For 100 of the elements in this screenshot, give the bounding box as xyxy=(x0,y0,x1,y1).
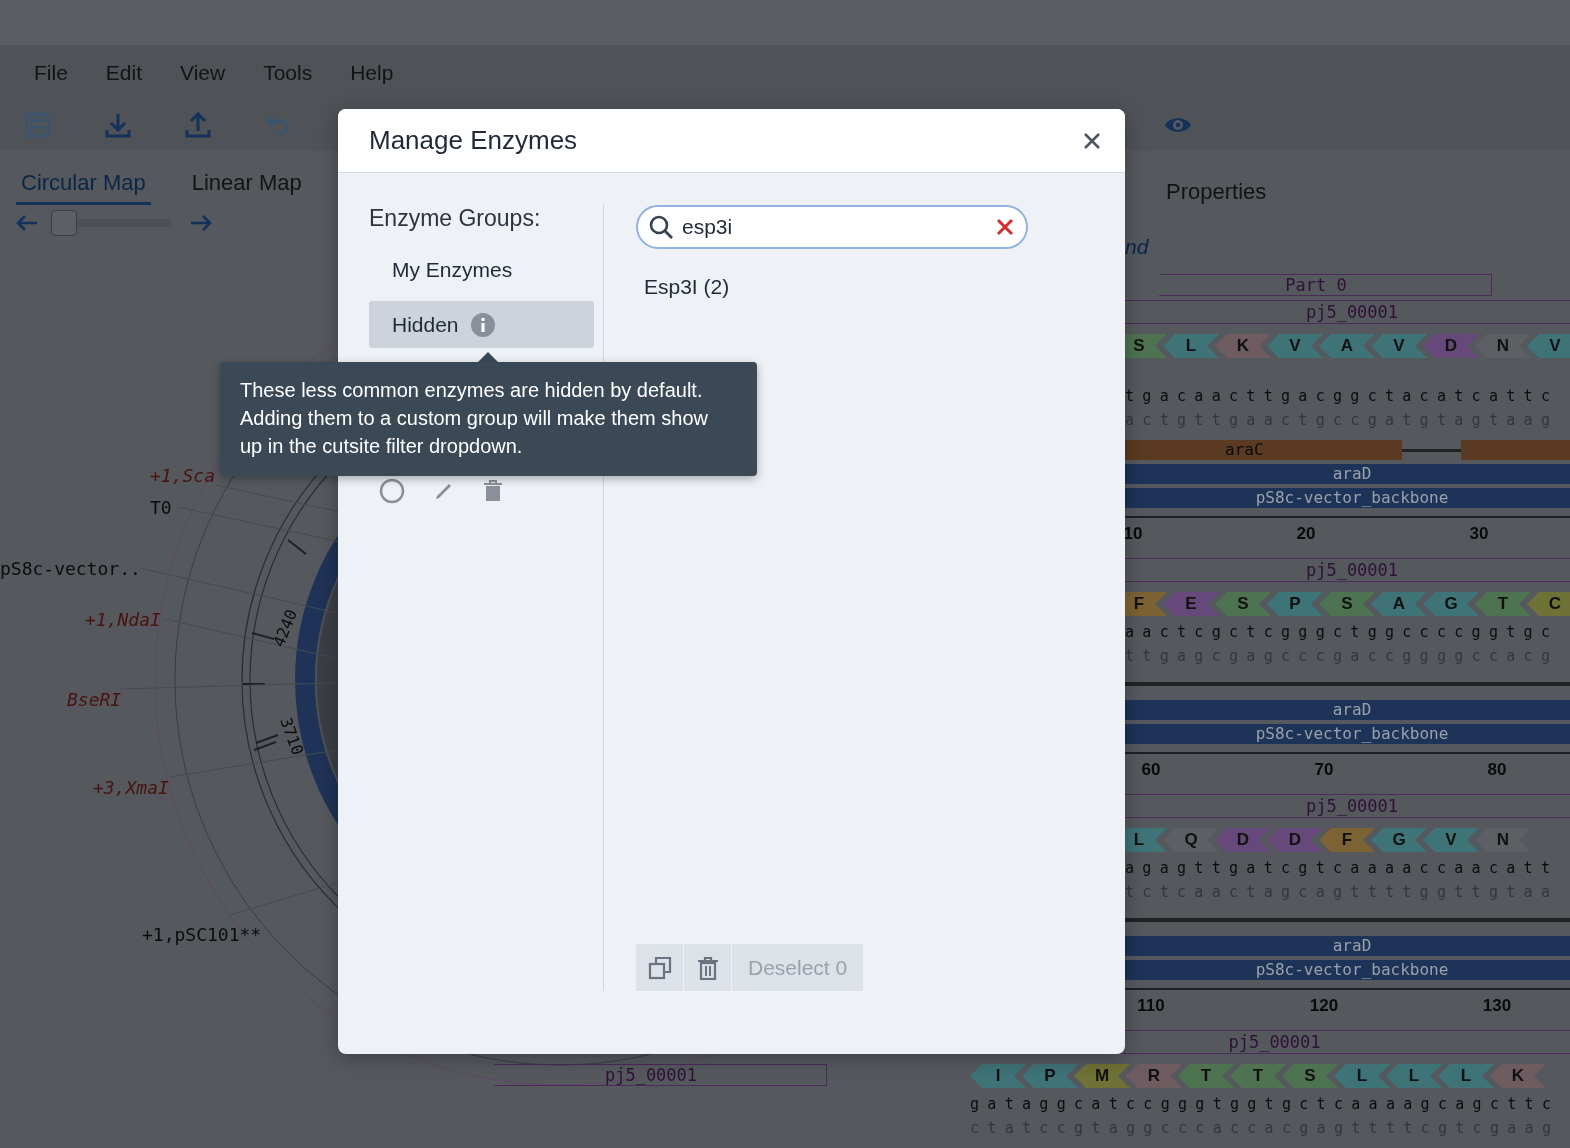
amino-acid: D xyxy=(1267,828,1323,852)
view-tab[interactable]: Linear Map xyxy=(186,162,307,205)
sequence-text: agagttgatcgtcaaaaccaacatt xyxy=(1125,858,1559,879)
amino-acid: V xyxy=(1423,828,1479,852)
amino-acid: N xyxy=(1475,828,1531,852)
delete-button[interactable] xyxy=(684,944,731,991)
part-label: pj5_00001 xyxy=(1125,300,1570,324)
group-label: My Enzymes xyxy=(392,257,513,282)
search-icon xyxy=(648,214,674,240)
amino-acid: M xyxy=(1074,1064,1130,1088)
enzyme-label: +1,NdaI xyxy=(85,609,161,630)
amino-acid: G xyxy=(1423,592,1479,616)
amino-acid: P xyxy=(1022,1064,1078,1088)
download-icon[interactable] xyxy=(105,112,131,138)
amino-acid: R xyxy=(1126,1064,1182,1088)
amino-acid: T xyxy=(1178,1064,1234,1088)
amino-acid: S xyxy=(1215,592,1271,616)
amino-acid: E xyxy=(1163,592,1219,616)
sequence-text: tgacaacttgacggctacatcattc xyxy=(1125,386,1559,407)
clear-icon[interactable] xyxy=(996,218,1014,236)
menu-item[interactable]: Tools xyxy=(263,60,313,85)
amino-acid: Q xyxy=(1163,828,1219,852)
amino-acid: V xyxy=(1527,334,1570,358)
search-field[interactable]: esp3i xyxy=(636,205,1028,249)
feature-bar: araD xyxy=(1125,936,1570,956)
amino-acid: L xyxy=(1386,1064,1442,1088)
axis-tick-label: 110 xyxy=(1137,996,1165,1016)
view-tab[interactable]: Circular Map xyxy=(16,162,151,205)
amino-acid: A xyxy=(1319,334,1375,358)
axis-tick-label: 60 xyxy=(1141,760,1161,780)
feature-bar: araC xyxy=(1125,440,1570,460)
amino-acid: I xyxy=(970,1064,1026,1088)
enzyme-label: BseRI xyxy=(67,689,122,710)
feature-bar: araD xyxy=(1125,700,1570,720)
dialog-title: Manage Enzymes xyxy=(369,125,578,156)
amino-acid: S xyxy=(1282,1064,1338,1088)
feature-label: T0 xyxy=(150,497,172,518)
amino-acid: C xyxy=(1527,592,1570,616)
amino-acid: L xyxy=(1163,334,1219,358)
feature-bar: araD xyxy=(1125,464,1570,484)
upload-icon[interactable] xyxy=(185,112,211,138)
amino-acid: D xyxy=(1423,334,1479,358)
feature-bar: pS8c-vector_backbone xyxy=(1125,488,1570,508)
axis-tick-label: 20 xyxy=(1296,524,1316,544)
eye-icon[interactable] xyxy=(1164,116,1192,134)
slider-thumb[interactable] xyxy=(51,209,77,236)
amino-acid: F xyxy=(1319,828,1375,852)
info-icon[interactable] xyxy=(470,312,495,337)
feature-label: +1,pSC101** xyxy=(142,924,262,945)
axis-tick-label: 120 xyxy=(1309,996,1339,1016)
enzyme-label: +3,XmaI xyxy=(93,777,169,798)
group-label: Hidden xyxy=(392,312,459,337)
amino-acid: G xyxy=(1371,828,1427,852)
axis-tick-label: 30 xyxy=(1469,524,1489,544)
enzyme-result[interactable]: Esp3I (2) xyxy=(644,275,730,299)
part-label: pj5_00001 xyxy=(1125,558,1570,582)
amino-acid: N xyxy=(1475,334,1531,358)
menu-item[interactable]: File xyxy=(34,60,68,85)
axis-tick-label: 80 xyxy=(1487,760,1507,780)
group-item[interactable]: Hidden xyxy=(369,301,594,348)
tooltip: These less common enzymes are hidden by default. Adding them to a custom group will make them show up in the cutsite filter dropdown. xyxy=(220,362,757,476)
left-arrow-icon[interactable] xyxy=(15,213,39,232)
axis-tick-label: 70 xyxy=(1314,760,1334,780)
copy-button[interactable] xyxy=(636,944,683,991)
ring-number: 4240 xyxy=(269,606,302,650)
circle-icon[interactable] xyxy=(379,478,405,504)
feature-bar: pS8c-vector_backbone xyxy=(1125,960,1570,980)
groups-heading: Enzyme Groups: xyxy=(369,205,541,232)
amino-acid: D xyxy=(1215,828,1271,852)
axis-tick-label: 130 xyxy=(1482,996,1512,1016)
amino-acid: S xyxy=(1319,592,1375,616)
amino-acid: T xyxy=(1475,592,1531,616)
amino-acid: K xyxy=(1215,334,1271,358)
ring-number: 3710 xyxy=(276,714,308,758)
axis-tick-label: 10 xyxy=(1123,524,1143,544)
amino-acid: V xyxy=(1371,334,1427,358)
amino-acid: V xyxy=(1267,334,1323,358)
part-label: pj5_00001 xyxy=(1125,794,1570,818)
trash-icon[interactable] xyxy=(483,480,503,502)
amino-acid: P xyxy=(1267,592,1323,616)
search-input[interactable]: esp3i xyxy=(682,215,988,239)
enzyme-label: +1,Sca xyxy=(150,465,216,486)
copy-icon xyxy=(647,955,672,980)
menu-item[interactable]: View xyxy=(180,60,226,85)
menu-item[interactable]: Edit xyxy=(105,60,143,85)
sequence-text: gataggcatccgggtggtgctcaaaagcagcttc xyxy=(970,1094,1560,1115)
amino-acid: A xyxy=(1371,592,1427,616)
amino-acid: L xyxy=(1438,1064,1494,1088)
close-icon[interactable] xyxy=(1083,131,1101,150)
feature-label: pS8c-vector.. xyxy=(0,558,141,579)
italic-text: nd xyxy=(1125,234,1149,260)
right-arrow-icon[interactable] xyxy=(189,213,213,232)
sequence-text: aactcgctcgggctggccccggtgc xyxy=(1125,622,1559,643)
group-item[interactable]: My Enzymes xyxy=(369,246,594,293)
menu-item[interactable]: Help xyxy=(350,60,394,85)
amino-acid: K xyxy=(1490,1064,1546,1088)
amino-acid: T xyxy=(1230,1064,1286,1088)
trash-icon xyxy=(696,955,719,980)
amino-acid: L xyxy=(1334,1064,1390,1088)
panel-tab[interactable]: Properties xyxy=(1161,171,1272,213)
